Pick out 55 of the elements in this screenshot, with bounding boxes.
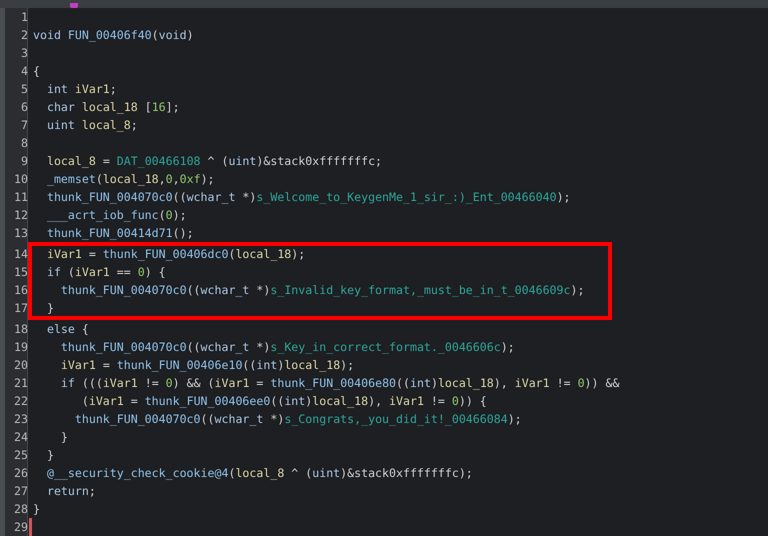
line-number: 13	[13, 225, 28, 242]
code-line: void FUN_00406f40(void)	[33, 27, 194, 44]
code-line: local_8 = DAT_00466108 ^ (uint)&stack0xfffffffc;	[46, 153, 382, 170]
line-number: 9	[20, 153, 28, 170]
code-line: uint local_8;	[46, 117, 138, 134]
line-number: 29	[13, 519, 28, 536]
line-number: 15	[13, 264, 28, 281]
code-line: ___acrt_iob_func(0);	[46, 207, 187, 224]
line-number: 25	[13, 447, 28, 464]
code-line: thunk_FUN_004070c0((wchar_t *)s_Invalid_key_format,_must_be_in_t_0046609c);	[60, 282, 584, 299]
line-number: 14	[13, 246, 28, 263]
line-number: 20	[13, 357, 28, 374]
line-number: 23	[13, 411, 28, 428]
code-line: }	[46, 300, 54, 317]
code-line: return;	[46, 483, 96, 500]
line-number: 19	[13, 339, 28, 356]
line-number: 17	[13, 300, 28, 317]
code-line: iVar1 = thunk_FUN_00406e10((int)local_18);	[60, 357, 354, 374]
code-line: _memset(local_18,0,0xf);	[46, 171, 215, 188]
line-number: 28	[13, 501, 28, 518]
code-line: }	[33, 501, 40, 518]
line-number: 6	[20, 99, 28, 116]
code-line: if (((iVar1 != 0) && (iVar1 = thunk_FUN_00406e80((int)local_18), iVar1 != 0)) &&	[60, 375, 620, 392]
line-number: 24	[13, 429, 28, 446]
code-line: }	[46, 447, 54, 464]
line-number: 10	[13, 171, 28, 188]
line-number: 16	[13, 282, 28, 299]
code-line: thunk_FUN_00414d71();	[46, 225, 194, 242]
code-line: iVar1 = thunk_FUN_00406dc0(local_18);	[46, 246, 306, 263]
code-line: thunk_FUN_004070c0((wchar_t *)s_Welcome_to_KeygenMe_1_sir_:)_Ent_00466040);	[46, 189, 571, 206]
line-number: 27	[13, 483, 28, 500]
line-number: 26	[13, 465, 28, 482]
line-number: 11	[13, 189, 28, 206]
code-line: else {	[46, 321, 89, 338]
code-line: (iVar1 = thunk_FUN_00406ee0((int)local_18), iVar1 != 0)) {	[80, 393, 487, 410]
code-line: {	[33, 63, 40, 80]
code-line: thunk_FUN_004070c0((wchar_t *)s_Key_in_correct_format._0046606c);	[60, 339, 515, 356]
line-number: 22	[13, 393, 28, 410]
line-number: 18	[13, 321, 28, 338]
line-number: 12	[13, 207, 28, 224]
line-number: 21	[13, 375, 28, 392]
window-icon	[70, 3, 78, 8]
line-number: 4	[20, 63, 28, 80]
line-number: 8	[20, 135, 28, 152]
code-line: }	[60, 429, 68, 446]
line-number: 3	[20, 45, 28, 62]
line-number: 5	[20, 81, 28, 98]
code-line: @__security_check_cookie@4(local_8 ^ (uint)&stack0xfffffffc);	[46, 465, 473, 482]
code-line: int iVar1;	[46, 81, 117, 98]
code-line: if (iVar1 == 0) {	[46, 264, 166, 281]
line-number: 7	[20, 117, 28, 134]
code-line: thunk_FUN_004070c0((wchar_t *)s_Congrats,_you_did_it!_00466084);	[74, 411, 522, 428]
code-line: char local_18 [16];	[46, 99, 180, 116]
line-number: 2	[20, 27, 28, 44]
line-number: 1	[20, 9, 28, 26]
